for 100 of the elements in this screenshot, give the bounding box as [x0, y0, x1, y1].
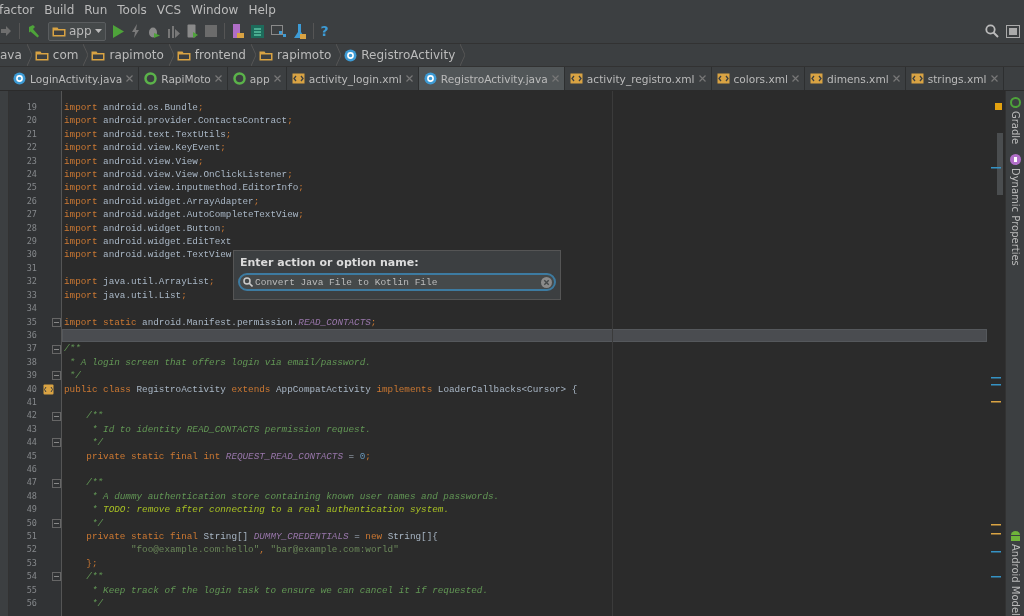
line-number: 29 [25, 235, 38, 249]
fold-marker-icon[interactable] [52, 371, 61, 381]
code-line: import java.util.ArrayList; [64, 276, 215, 288]
run-icon[interactable] [112, 24, 124, 38]
chevron-divider-icon [83, 44, 89, 66]
menu-item[interactable]: Help [248, 2, 276, 17]
close-icon[interactable] [405, 75, 413, 82]
breadcrumb[interactable]: frontend [173, 44, 251, 66]
line-number: 52 [25, 543, 38, 557]
hammer-icon[interactable] [27, 24, 41, 38]
clear-icon[interactable] [541, 276, 552, 288]
line-number: 56 [25, 597, 38, 611]
line-number: 32 [25, 275, 38, 289]
xml-file-icon [810, 72, 823, 85]
code-line: * Id to identity READ_CONTACTS permission request. [90, 423, 371, 435]
code-line: private static final String[] DUMMY_CREDENTIALS = new String[]{ [85, 531, 438, 542]
chevron-divider-icon [26, 44, 32, 66]
fold-marker-icon[interactable] [52, 518, 61, 528]
lightning-icon[interactable] [130, 24, 140, 38]
code-line: * Keep track of the login task to ensure we can cancel it if requested. [90, 584, 488, 596]
line-number: 23 [25, 154, 38, 168]
fold-marker-icon[interactable] [52, 438, 61, 448]
line-number: 40 [25, 382, 38, 396]
run-config-dropdown[interactable]: app [48, 21, 106, 41]
xml-file-icon [716, 72, 730, 85]
line-number: 45 [25, 449, 38, 463]
package-icon [258, 49, 273, 61]
fold-marker-icon[interactable] [52, 317, 61, 327]
close-icon[interactable] [214, 75, 222, 82]
menu-item[interactable]: Tools [117, 2, 147, 17]
line-number: 47 [25, 476, 38, 490]
menu-item[interactable]: Window [191, 2, 239, 17]
code-line: import android.widget.AutoCompleteTextView; [64, 209, 304, 221]
breadcrumb[interactable]: RegistroActivity [341, 44, 461, 66]
menu-item[interactable]: VCS [156, 2, 182, 17]
device-icon[interactable] [186, 24, 198, 38]
line-number: 35 [25, 315, 38, 329]
line-number: 22 [25, 141, 38, 155]
module-icon [232, 72, 246, 85]
line-number: 43 [25, 422, 38, 436]
help-button[interactable]: ? [320, 23, 329, 39]
chevron-divider-icon [460, 44, 466, 66]
code-line: import android.os.Bundle; [64, 102, 204, 113]
breadcrumb[interactable]: com [31, 44, 84, 66]
close-icon[interactable] [990, 75, 998, 82]
line-number: 19 [25, 101, 38, 114]
xml-file-icon [910, 72, 924, 85]
close-icon[interactable] [126, 75, 134, 82]
caret-icon [94, 29, 102, 33]
code-line: /** [64, 343, 81, 355]
implements-gutter-icon[interactable] [43, 383, 54, 395]
line-number: 38 [25, 355, 38, 369]
editor-tab[interactable]: RegistroActivity.java [418, 67, 565, 90]
code-line: import android.view.View.OnClickListener; [64, 169, 293, 181]
forward-arrow-icon[interactable] [0, 25, 12, 37]
breadcrumb[interactable]: rapimoto [88, 44, 169, 66]
stop-icon[interactable] [204, 25, 217, 37]
fold-marker-icon[interactable] [52, 344, 61, 354]
menu-item[interactable]: factor [0, 2, 35, 17]
gradle-icon [1009, 97, 1021, 108]
line-number: 42 [25, 409, 38, 423]
code-line: import android.view.View; [64, 155, 204, 167]
close-icon[interactable] [698, 75, 706, 82]
line-number: 51 [25, 530, 38, 543]
close-icon[interactable] [892, 75, 900, 82]
line-number: 55 [25, 583, 38, 597]
line-number: 28 [25, 221, 38, 235]
code-line: /** [85, 477, 104, 489]
fold-marker-icon[interactable] [52, 572, 61, 582]
fold-marker-icon[interactable] [52, 411, 61, 421]
profiler-icon[interactable] [166, 24, 180, 38]
tool-window-button[interactable]: Gradle [1009, 97, 1021, 145]
code-line: */ [90, 517, 104, 529]
code-line: import android.text.TextUtils; [64, 128, 232, 140]
line-number: 24 [25, 168, 38, 182]
fold-marker-icon[interactable] [52, 478, 61, 488]
line-number: 46 [25, 462, 38, 476]
window-icon[interactable] [1006, 24, 1020, 38]
line-number: 53 [25, 556, 38, 570]
xml-file-icon [291, 72, 305, 85]
line-number: 30 [25, 248, 38, 262]
code-line: import android.widget.EditText [64, 236, 232, 248]
breadcrumb[interactable]: rapimoto [255, 44, 337, 66]
breadcrumb[interactable]: ava [0, 44, 27, 66]
properties-icon [1009, 154, 1021, 166]
tool-window-button[interactable]: Android Model [1009, 530, 1021, 616]
tool-window-button[interactable]: Dynamic Properties [1009, 154, 1021, 267]
code-line: private static final int REQUEST_READ_CONTACTS = 0; [85, 450, 371, 462]
close-icon[interactable] [273, 75, 281, 82]
action-search-field[interactable]: Convert Java File to Kotlin File [238, 273, 556, 291]
line-number: 54 [25, 570, 38, 584]
line-number: 27 [25, 208, 38, 222]
line-number: 39 [25, 369, 38, 383]
menu-item[interactable]: Run [84, 2, 108, 17]
search-icon[interactable] [985, 24, 999, 38]
code-line: "foo@example.com:hello", "bar@example.com:world" [129, 544, 399, 556]
close-icon[interactable] [792, 75, 799, 82]
class-icon [423, 72, 437, 85]
menu-item[interactable]: Build [44, 2, 75, 17]
line-number: 31 [25, 261, 38, 275]
